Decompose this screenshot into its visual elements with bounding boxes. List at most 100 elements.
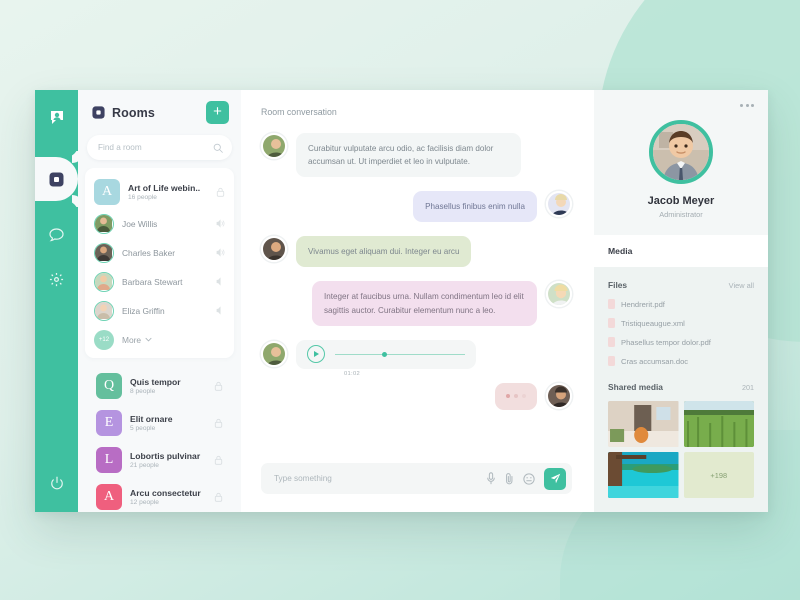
avatar [94, 300, 114, 321]
rail-item-rooms[interactable] [35, 157, 78, 201]
audio-progress-handle[interactable] [381, 351, 387, 357]
typing-dot [522, 394, 526, 399]
audio-progress-track[interactable]: 01:02 [335, 351, 465, 377]
file-icon [608, 337, 615, 347]
member-item[interactable]: Charles Baker [85, 238, 234, 267]
smiley-icon[interactable] [523, 472, 535, 485]
search-wrapper [78, 135, 241, 160]
rooms-sidebar: Rooms + A Art of Li [78, 90, 241, 512]
more-dots-icon[interactable] [740, 104, 754, 107]
typing-dot [506, 394, 510, 399]
files-header: Files View all [608, 280, 754, 290]
add-room-button[interactable]: + [206, 101, 229, 124]
file-item[interactable]: Cras accumsan.doc [608, 356, 754, 366]
room-people-count: 8 people [130, 387, 156, 395]
lock-icon [214, 381, 223, 391]
message-row: Curabitur vulputate arcu odio, ac facili… [261, 133, 572, 178]
room-people-count: 12 people [130, 498, 159, 506]
paperclip-icon[interactable] [505, 472, 514, 485]
message-input[interactable] [274, 474, 477, 483]
rail-item-power[interactable] [50, 476, 64, 490]
member-item[interactable]: Eliza Griffin [85, 296, 234, 325]
room-item[interactable]: L Lobortis pulvinar 21 people [80, 441, 239, 478]
conversation-panel: Room conversation Curabitur vulputate ar… [241, 90, 594, 512]
room-meta: Arcu consectetur 12 people [130, 488, 206, 506]
message-bubble: Phasellus finibus enim nulla [413, 191, 537, 223]
rail-item-settings[interactable] [35, 257, 78, 301]
avatar [546, 191, 572, 218]
rooms-square-icon [92, 106, 105, 119]
search-input[interactable] [98, 143, 213, 152]
room-meta: Art of Life webin.. 16 people [128, 183, 208, 201]
rooms-scroll-area[interactable]: A Art of Life webin.. 16 people Joe Will… [78, 168, 241, 512]
search-box[interactable] [87, 135, 232, 160]
room-item-active[interactable]: A Art of Life webin.. 16 people [85, 175, 234, 209]
room-meta: Lobortis pulvinar 21 people [130, 451, 206, 469]
message-list[interactable]: Curabitur vulputate arcu odio, ac facili… [241, 121, 594, 463]
member-name: Joe Willis [122, 218, 158, 229]
room-item[interactable]: E Elit ornare 5 people [80, 404, 239, 441]
member-item[interactable]: Joe Willis [85, 209, 234, 238]
room-name: Arcu consectetur [130, 487, 201, 498]
tab-media[interactable]: Media [594, 235, 768, 267]
play-icon[interactable] [307, 345, 325, 364]
file-name: Tristiqueaugue.xml [621, 318, 685, 328]
message-bubble: Curabitur vulputate arcu odio, ac facili… [296, 133, 521, 178]
conversation-header: Room conversation [241, 90, 594, 121]
room-item[interactable]: Q Quis tempor 8 people [80, 367, 239, 404]
more-label: More [122, 334, 142, 345]
profile-role: Administrator [659, 210, 703, 219]
sidebar-header: Rooms + [78, 90, 241, 135]
app-window: Rooms + A Art of Li [35, 90, 768, 512]
room-meta: Quis tempor 8 people [130, 377, 206, 395]
conversation-title: Room conversation [261, 107, 337, 117]
page-title: Rooms [112, 105, 155, 120]
media-tile-more[interactable]: +198 [683, 452, 754, 498]
rail-item-messages[interactable] [35, 213, 78, 257]
room-item[interactable]: A Arcu consectetur 12 people [80, 478, 239, 512]
lock-icon [214, 418, 223, 428]
room-name: Lobortis pulvinar [130, 450, 201, 461]
more-count-badge: +12 [94, 329, 114, 350]
message-row: Phasellus finibus enim nulla [261, 191, 572, 223]
message-composer[interactable] [261, 463, 572, 494]
gear-icon [49, 272, 64, 287]
room-name: Elit ornare [130, 413, 173, 424]
file-item[interactable]: Tristiqueaugue.xml [608, 318, 754, 328]
view-all-files-link[interactable]: View all [729, 281, 754, 290]
room-avatar: E [96, 409, 122, 436]
chat-bubble-icon [49, 228, 64, 242]
typing-indicator [495, 382, 537, 410]
lock-icon [216, 187, 225, 197]
member-name: Barbara Stewart [122, 276, 183, 287]
message-row: Vivamus eget aliquam dui. Integer eu arc… [261, 236, 572, 268]
media-tile[interactable] [608, 452, 679, 498]
avatar [261, 133, 287, 159]
lock-icon [214, 455, 223, 465]
member-item[interactable]: Barbara Stewart [85, 267, 234, 296]
media-tile[interactable] [608, 401, 679, 447]
typing-dot [514, 394, 518, 399]
send-button[interactable] [544, 467, 566, 490]
rail-items [35, 157, 78, 301]
file-item[interactable]: Hendrerit.pdf [608, 299, 754, 309]
more-members-row[interactable]: +12 More [85, 325, 234, 354]
speaker-on-icon [216, 219, 225, 228]
speaker-muted-icon [216, 306, 225, 315]
file-item[interactable]: Phasellus tempor dolor.pdf [608, 337, 754, 347]
profile-card: Jacob Meyer Administrator [594, 90, 768, 235]
rooms-title-group: Rooms [92, 106, 206, 120]
message-bubble: Integer at faucibus urna. Nullam condime… [312, 281, 537, 326]
microphone-icon[interactable] [486, 472, 496, 485]
typing-indicator-row [261, 382, 572, 410]
room-name: Art of Life webin.. [128, 183, 201, 193]
media-tile[interactable] [683, 401, 754, 447]
member-name: Charles Baker [122, 247, 176, 258]
audio-track-line [335, 353, 465, 355]
avatar [94, 213, 114, 234]
shared-media-count: 201 [742, 382, 754, 392]
audio-player[interactable]: 01:02 [296, 339, 476, 377]
avatar [261, 341, 287, 368]
files-title: Files [608, 280, 628, 290]
room-people-count: 16 people [128, 194, 157, 201]
